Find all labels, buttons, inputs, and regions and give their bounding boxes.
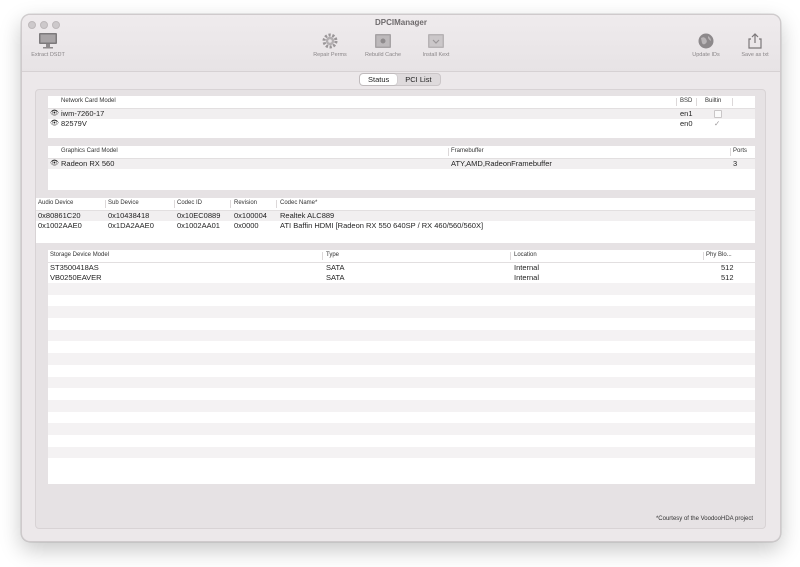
graphics-framebuffer: ATY,AMD,RadeonFramebuffer xyxy=(451,159,552,168)
col-audio-device[interactable]: Audio Device xyxy=(38,200,73,206)
storage-type: SATA xyxy=(326,273,345,282)
table-row[interactable]: 0x80861C20 0x10438418 0x10EC0889 0x10000… xyxy=(36,211,755,221)
table-row[interactable]: 👁 82579V en0 ✓ xyxy=(48,119,755,129)
network-model: 82579V xyxy=(61,119,87,128)
app-window: DPCIManager Extract DSDT Repair Perms Re… xyxy=(21,14,781,542)
rebuild-cache-button[interactable]: Rebuild Cache xyxy=(358,32,408,58)
share-icon xyxy=(748,33,762,49)
window-title: DPCIManager xyxy=(374,18,427,27)
save-as-txt-button[interactable]: Save as txt xyxy=(732,32,778,58)
audio-device: 0x80861C20 xyxy=(38,211,81,220)
col-type[interactable]: Type xyxy=(326,252,339,258)
table-row[interactable]: ST3500418AS SATA Internal 512 xyxy=(48,263,755,273)
tab-pci-list[interactable]: PCI List xyxy=(397,74,439,85)
col-codec-name[interactable]: Codec Name* xyxy=(280,200,317,206)
col-location[interactable]: Location xyxy=(514,252,537,258)
col-storage-device-model[interactable]: Storage Device Model xyxy=(50,252,109,258)
col-sub-device[interactable]: Sub Device xyxy=(108,200,139,206)
save-as-txt-label: Save as txt xyxy=(741,52,769,58)
col-phy-block[interactable]: Phy Blo... xyxy=(706,252,732,258)
network-card-table: Network Card Model BSD Builtin 👁 iwm-726… xyxy=(48,96,755,138)
storage-phy-block: 512 xyxy=(721,263,734,272)
col-framebuffer[interactable]: Framebuffer xyxy=(451,148,484,154)
audio-sub-device: 0x10438418 xyxy=(108,211,150,220)
graphics-model: Radeon RX 560 xyxy=(61,159,115,168)
repair-perms-button[interactable]: Repair Perms xyxy=(308,32,352,58)
courtesy-note: *Courtesy of the VoodooHDA project xyxy=(655,516,753,522)
col-network-card-model[interactable]: Network Card Model xyxy=(61,98,116,104)
extract-dsdt-button[interactable]: Extract DSDT xyxy=(22,32,74,58)
cache-drive-icon xyxy=(375,34,391,48)
audio-revision: 0x0000 xyxy=(234,221,259,230)
eye-icon[interactable]: 👁 xyxy=(50,159,59,169)
rebuild-cache-label: Rebuild Cache xyxy=(364,52,402,58)
globe-icon xyxy=(698,33,714,49)
graphics-card-table: Graphics Card Model Framebuffer Ports 👁 … xyxy=(48,146,755,190)
table-row[interactable]: 0x1002AAE0 0x1DA2AAE0 0x1002AA01 0x0000 … xyxy=(36,221,755,231)
storage-location: Internal xyxy=(514,263,540,272)
audio-codec-name: ATI Baffin HDMI [Radeon RX 550 640SP / R… xyxy=(280,221,484,230)
gear-icon xyxy=(322,33,338,49)
install-kext-label: Install Kext xyxy=(422,52,450,58)
storage-model: ST3500418AS xyxy=(50,263,99,272)
storage-device-table: Storage Device Model Type Location Phy B… xyxy=(48,250,755,484)
audio-device: 0x1002AAE0 xyxy=(38,221,82,230)
audio-table-header: Audio Device Sub Device Codec ID Revisio… xyxy=(36,198,755,211)
network-table-header: Network Card Model BSD Builtin xyxy=(48,96,755,109)
repair-perms-label: Repair Perms xyxy=(313,52,347,58)
audio-device-table: Audio Device Sub Device Codec ID Revisio… xyxy=(36,198,755,243)
update-ids-label: Update IDs xyxy=(692,52,720,58)
storage-model: VB0250EAVER xyxy=(50,273,102,282)
col-codec-id[interactable]: Codec ID xyxy=(177,200,202,206)
title-bar: DPCIManager Extract DSDT Repair Perms Re… xyxy=(22,15,780,72)
tab-status[interactable]: Status xyxy=(360,74,398,85)
audio-sub-device: 0x1DA2AAE0 xyxy=(108,221,154,230)
checkmark-icon[interactable]: ✓ xyxy=(714,119,720,129)
graphics-table-header: Graphics Card Model Framebuffer Ports xyxy=(48,146,755,159)
audio-revision: 0x100004 xyxy=(234,211,267,220)
col-bsd[interactable]: BSD xyxy=(680,98,692,104)
monitor-icon xyxy=(39,33,57,49)
table-row[interactable]: 👁 iwm-7260-17 en1 xyxy=(48,109,755,119)
status-panel: Network Card Model BSD Builtin 👁 iwm-726… xyxy=(35,89,766,529)
audio-codec-name: Realtek ALC889 xyxy=(280,211,335,220)
col-ports[interactable]: Ports xyxy=(733,148,747,154)
table-row[interactable]: VB0250EAVER SATA Internal 512 xyxy=(48,273,755,283)
install-kext-button[interactable]: Install Kext xyxy=(414,32,458,58)
view-segmented-control: Status PCI List xyxy=(359,73,441,86)
network-bsd: en0 xyxy=(680,119,693,128)
kext-package-icon xyxy=(428,34,444,48)
extract-dsdt-label: Extract DSDT xyxy=(31,52,65,58)
audio-codec-id: 0x10EC0889 xyxy=(177,211,221,220)
network-model: iwm-7260-17 xyxy=(61,109,105,118)
audio-codec-id: 0x1002AA01 xyxy=(177,221,220,230)
graphics-ports: 3 xyxy=(733,159,738,168)
update-ids-button[interactable]: Update IDs xyxy=(686,32,726,58)
col-builtin[interactable]: Builtin xyxy=(705,98,721,104)
eye-icon[interactable]: 👁 xyxy=(50,109,59,119)
col-graphics-card-model[interactable]: Graphics Card Model xyxy=(61,148,118,154)
empty-rows xyxy=(48,283,755,470)
network-bsd: en1 xyxy=(680,109,693,118)
storage-location: Internal xyxy=(514,273,540,282)
builtin-checkbox[interactable] xyxy=(714,110,722,118)
storage-type: SATA xyxy=(326,263,345,272)
storage-table-header: Storage Device Model Type Location Phy B… xyxy=(48,250,755,263)
table-row[interactable]: 👁 Radeon RX 560 ATY,AMD,RadeonFramebuffe… xyxy=(48,159,755,169)
col-revision[interactable]: Revision xyxy=(234,200,257,206)
storage-phy-block: 512 xyxy=(721,273,734,282)
eye-icon[interactable]: 👁 xyxy=(50,119,59,129)
